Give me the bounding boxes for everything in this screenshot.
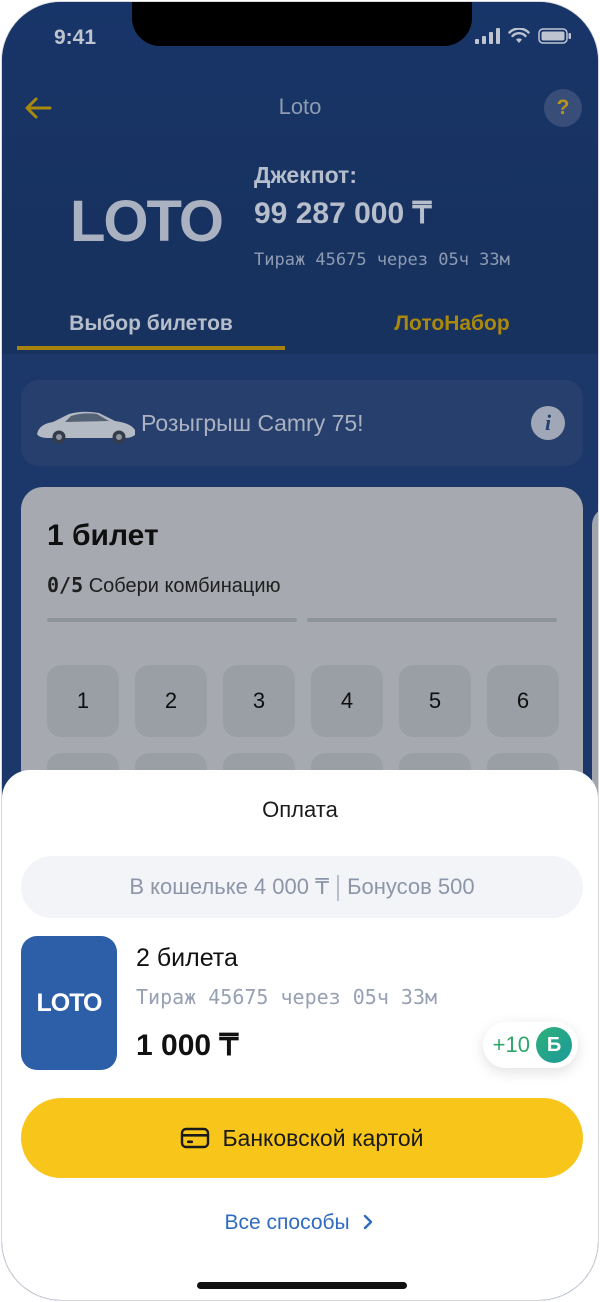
wallet-balance-bar: В кошельке 4 000 ₸ Бонусов 500: [21, 856, 583, 918]
all-methods-label: Все способы: [224, 1211, 350, 1234]
order-ticket-count: 2 билета: [136, 944, 238, 972]
bonus-icon: Б: [536, 1027, 572, 1063]
sheet-title: Оплата: [262, 797, 338, 822]
wallet-bonus: Бонусов 500: [347, 874, 475, 899]
phone-frame: 9:41 Loto ? LOTO Джекпот: 99 287 000 ₸ Т…: [1, 1, 599, 1301]
order-loto-logo: LOTO: [21, 936, 117, 1070]
order-draw-info: Тираж 45675 через 05ч 33м: [136, 985, 438, 1009]
chevron-right-icon: [364, 1214, 373, 1230]
credit-card-icon: [181, 1127, 210, 1149]
all-payment-methods-link[interactable]: Все способы: [2, 1211, 598, 1235]
payment-sheet: Оплата В кошельке 4 000 ₸ Бонусов 500 LOT…: [2, 770, 598, 1300]
bonus-reward-badge: +10 Б: [482, 1022, 578, 1068]
home-indicator: [197, 1282, 407, 1289]
wallet-balance: В кошельке 4 000 ₸: [129, 874, 330, 899]
pay-by-card-label: Банковской картой: [222, 1124, 424, 1151]
pay-by-card-button[interactable]: Банковской картой: [21, 1098, 583, 1178]
order-price: 1 000 ₸: [136, 1029, 239, 1062]
bonus-amount: +10: [492, 1032, 530, 1057]
wallet-divider: [337, 875, 340, 902]
